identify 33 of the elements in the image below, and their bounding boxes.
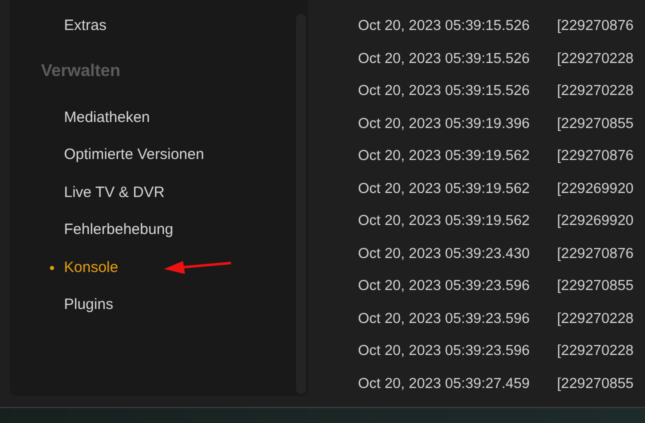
sidebar-item[interactable]: Konsole xyxy=(64,258,118,278)
sidebar-item[interactable]: Extras xyxy=(64,17,107,34)
log-timestamp: Oct 20, 2023 05:39:19.562 xyxy=(358,180,531,199)
log-text: [229269920 xyxy=(557,212,634,232)
sidebar-item[interactable]: Fehlerbehebung xyxy=(64,220,174,240)
log-timestamp: Oct 20, 2023 05:39:19.562 xyxy=(358,147,531,166)
log-text: [229270228 xyxy=(557,50,634,69)
sidebar-item[interactable]: Optimierte Versionen xyxy=(64,145,204,166)
log-text: [229270855 xyxy=(557,374,634,394)
sidebar-item[interactable]: Live TV & DVR xyxy=(64,182,165,203)
log-timestamp: Oct 20, 2023 05:39:15.526 xyxy=(358,17,531,36)
sidebar-item[interactable]: Mediatheken xyxy=(64,108,150,128)
log-text: [229269920 xyxy=(557,180,634,199)
log-text: [229270876 xyxy=(557,147,634,166)
log-text: [229270228 xyxy=(557,342,634,362)
log-text: [229270228 xyxy=(557,82,634,102)
section-heading: Verwalten xyxy=(41,61,120,80)
log-timestamp: Oct 20, 2023 05:39:15.526 xyxy=(358,82,531,102)
arrow xyxy=(164,261,232,274)
log-text: [229270855 xyxy=(557,277,634,296)
log-timestamp: Oct 20, 2023 05:39:23.596 xyxy=(358,342,531,362)
log-timestamp: Oct 20, 2023 05:39:19.562 xyxy=(358,212,531,232)
log-text: [229270228 xyxy=(557,310,634,329)
log-timestamp: Oct 20, 2023 05:39:23.430 xyxy=(358,244,531,264)
log-timestamp: Oct 20, 2023 05:39:15.526 xyxy=(358,50,531,69)
sidebar-item[interactable]: Plugins xyxy=(64,295,114,316)
log-text: [229270876 xyxy=(557,17,634,36)
log-text: [229270855 xyxy=(557,114,634,134)
log-text: [229270876 xyxy=(557,244,634,264)
log-timestamp: Oct 20, 2023 05:39:19.396 xyxy=(358,114,531,134)
log-timestamp: Oct 20, 2023 05:39:23.596 xyxy=(358,310,531,329)
log-timestamp: Oct 20, 2023 05:39:23.596 xyxy=(358,277,531,296)
log-timestamp: Oct 20, 2023 05:39:27.459 xyxy=(358,374,531,394)
